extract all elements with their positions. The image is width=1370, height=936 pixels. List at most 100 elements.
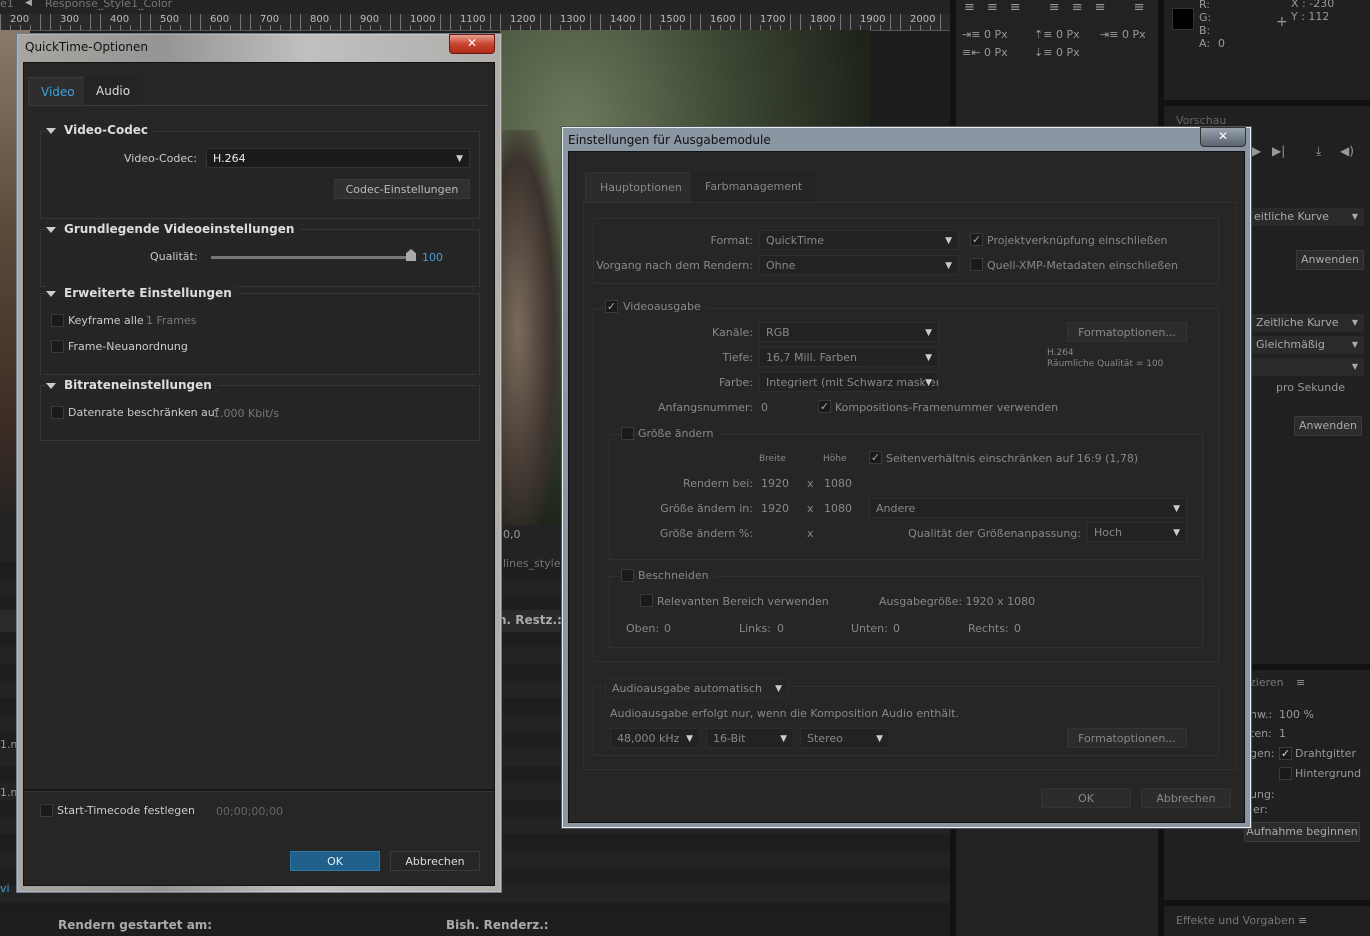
close-icon[interactable]: ✕ xyxy=(449,34,495,54)
panel-tab-label[interactable]: zieren xyxy=(1250,676,1284,689)
apply-button[interactable]: Anwenden xyxy=(1296,250,1364,270)
comp-frame-checkbox[interactable]: ✓ xyxy=(818,400,831,413)
crop-right-value[interactable]: 0 xyxy=(1014,622,1021,635)
advanced-heading[interactable]: Erweiterte Einstellungen xyxy=(46,286,238,300)
depth-select[interactable]: 16,7 Mill. Farben ▼ xyxy=(759,347,939,367)
tab-audio[interactable]: Audio xyxy=(84,77,143,105)
apply-button-2[interactable]: Anwenden xyxy=(1294,416,1362,436)
video-output-checkbox[interactable]: ✓ xyxy=(605,300,618,313)
space-after-value[interactable]: 0 Px xyxy=(1056,46,1080,59)
height-header: Höhe xyxy=(823,454,847,464)
resize-height[interactable]: 1080 xyxy=(824,502,852,515)
play-icon[interactable]: ▶ xyxy=(1252,144,1261,158)
tab-color-management[interactable]: Farbmanagement xyxy=(691,172,817,202)
project-link-checkbox[interactable]: ✓ xyxy=(970,233,983,246)
codec-settings-button[interactable]: Codec-Einstellungen xyxy=(334,179,470,199)
alignment-icons[interactable]: ≡≡≡ ≡≡≡ ≡ xyxy=(964,0,1157,15)
post-render-value: Ohne xyxy=(766,259,796,272)
cancel-button[interactable]: Abbrechen xyxy=(1141,788,1231,808)
side-label-3: vi xyxy=(0,882,10,895)
format-select[interactable]: QuickTime ▼ xyxy=(759,230,959,250)
quality-value[interactable]: 100 xyxy=(422,251,443,264)
ok-button[interactable]: OK xyxy=(1041,788,1131,808)
resize-quality-select[interactable]: Hoch ▼ xyxy=(1087,522,1187,542)
chevron-down-icon: ▼ xyxy=(1173,504,1180,514)
indent-right-value[interactable]: 0 Px xyxy=(984,46,1008,59)
bitrate-heading[interactable]: Bitrateneinstellungen xyxy=(46,378,218,392)
audio-icon[interactable]: ◀) xyxy=(1340,144,1354,158)
xmp-checkbox[interactable] xyxy=(970,258,983,271)
video-codec-heading[interactable]: Video-Codec xyxy=(46,123,155,137)
crop-bottom-value[interactable]: 0 xyxy=(893,622,900,635)
last-frame-icon[interactable]: ▶| xyxy=(1272,144,1285,158)
ten-value[interactable]: 1 xyxy=(1279,727,1286,740)
ok-button[interactable]: OK xyxy=(290,851,380,871)
resize-preset-select[interactable]: Andere ▼ xyxy=(869,498,1187,518)
indent-right-icon[interactable]: ≡⇤ xyxy=(962,46,980,59)
audio-bits-select[interactable]: 16-Bit ▼ xyxy=(706,728,794,748)
video-output-label: Videoausgabe xyxy=(623,300,707,313)
audio-channels-select[interactable]: Stereo ▼ xyxy=(800,728,890,748)
use-roi-checkbox[interactable] xyxy=(640,594,653,607)
cancel-button[interactable]: Abbrechen xyxy=(390,851,480,871)
video-format-options-button[interactable]: Formatoptionen... xyxy=(1067,322,1187,342)
color-select[interactable]: Integriert (mit Schwarz maskiert) ▼ xyxy=(759,372,939,392)
panel-divider-h[interactable] xyxy=(1164,100,1370,106)
start-timecode-value[interactable]: 00;00;00;00 xyxy=(216,805,283,818)
resize-checkbox[interactable] xyxy=(621,427,634,440)
wireframe-checkbox[interactable]: ✓ xyxy=(1279,747,1292,760)
ten-label: ten: xyxy=(1250,727,1272,740)
space-before-value[interactable]: 0 Px xyxy=(1056,28,1080,41)
times-sign: x xyxy=(807,502,814,515)
audio-format-options-button[interactable]: Formatoptionen... xyxy=(1067,728,1187,748)
indent-left-icon[interactable]: ⇥≡ xyxy=(962,28,980,41)
limit-datarate-value[interactable]: 1.000 Kbit/s xyxy=(213,407,279,420)
lock-aspect-checkbox[interactable]: ✓ xyxy=(869,451,882,464)
channels-select[interactable]: RGB ▼ xyxy=(759,322,939,342)
background-checkbox[interactable] xyxy=(1279,767,1292,780)
audio-rate-select[interactable]: 48,000 kHz ▼ xyxy=(610,728,700,748)
tab-main-options[interactable]: Hauptoptionen xyxy=(585,172,697,203)
color-swatch xyxy=(1172,8,1194,30)
color-label: Farbe: xyxy=(718,376,753,389)
frame-reorder-checkbox[interactable] xyxy=(51,340,64,353)
even-select[interactable]: Gleichmäßig ▼ xyxy=(1250,336,1364,354)
close-icon[interactable]: ✕ xyxy=(1200,127,1246,147)
panel-divider-h[interactable] xyxy=(1164,900,1370,906)
temporal-curve-2-value: Zeitliche Kurve xyxy=(1256,316,1339,329)
crop-top-value[interactable]: 0 xyxy=(664,622,671,635)
effects-presets-tab[interactable]: Effekte und Vorgaben xyxy=(1176,914,1295,927)
space-after-icon[interactable]: ⇣≡ xyxy=(1034,46,1052,59)
temporal-curve-select[interactable]: eitliche Kurve ▼ xyxy=(1248,208,1364,226)
panel-menu-icon[interactable]: ≡ xyxy=(1296,676,1305,689)
indent-first-value[interactable]: 0 Px xyxy=(1122,28,1146,41)
post-render-select[interactable]: Ohne ▼ xyxy=(759,255,959,275)
indent-first-icon[interactable]: ⇥≡ xyxy=(1100,28,1118,41)
panel-menu-icon[interactable]: ≡ xyxy=(1298,914,1307,927)
loop-icon[interactable]: ⤓ xyxy=(1316,144,1321,159)
temporal-curve-select-2[interactable]: Zeitliche Kurve ▼ xyxy=(1250,314,1364,332)
tab-video[interactable]: Video xyxy=(28,77,88,106)
quality-slider[interactable] xyxy=(211,256,411,259)
keyframe-checkbox[interactable] xyxy=(51,314,64,327)
limit-datarate-label: Datenrate beschränken auf xyxy=(68,406,219,419)
back-arrow-icon[interactable]: ◀ xyxy=(25,0,32,8)
start-number-value[interactable]: 0 xyxy=(761,401,768,414)
empty-select[interactable]: ▼ xyxy=(1250,358,1364,376)
keyframe-value[interactable]: 1 Frames xyxy=(146,314,197,327)
crop-checkbox[interactable] xyxy=(621,569,634,582)
output-module-dialog: Einstellungen für Ausgabemodule ✕ Haupto… xyxy=(561,126,1252,829)
start-capture-button[interactable]: Aufnahme beginnen xyxy=(1244,822,1360,842)
space-before-icon[interactable]: ⇡≡ xyxy=(1034,28,1052,41)
crop-left-value[interactable]: 0 xyxy=(777,622,784,635)
codec-info-2: Räumliche Qualität = 100 xyxy=(1047,359,1164,369)
basic-video-heading[interactable]: Grundlegende Videoeinstellungen xyxy=(46,222,301,236)
video-codec-select[interactable]: H.264 ▼ xyxy=(206,148,470,168)
resize-width[interactable]: 1920 xyxy=(761,502,789,515)
audio-mode-select[interactable]: Audioausgabe automatisch ▼ xyxy=(605,678,789,698)
elapsed-render-label: Bish. Renderz.: xyxy=(446,918,549,932)
start-timecode-checkbox[interactable] xyxy=(40,804,53,817)
hw-value[interactable]: 100 % xyxy=(1279,708,1314,721)
limit-datarate-checkbox[interactable] xyxy=(51,406,64,419)
indent-left-value[interactable]: 0 Px xyxy=(984,28,1008,41)
